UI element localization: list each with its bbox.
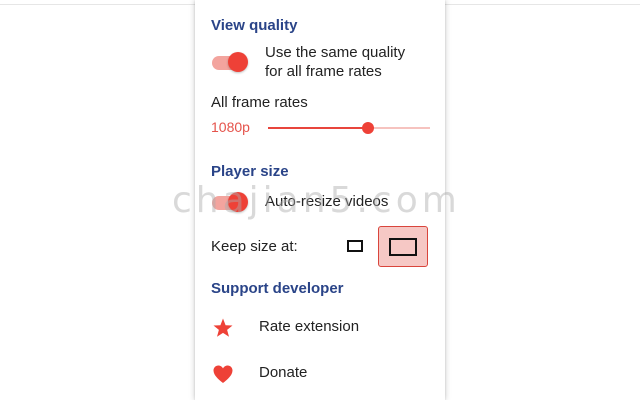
quality-value: 1080p [211,119,250,135]
heart-icon [211,362,235,386]
rate-extension-item[interactable]: Rate extension [195,313,445,343]
donate-label: Donate [259,364,308,381]
same-quality-label-line1: Use the same quality [265,44,406,61]
large-size-option-button[interactable] [378,226,428,267]
same-quality-toggle[interactable] [212,50,248,72]
support-developer-title: Support developer [211,280,344,297]
slider-fill [268,127,368,129]
auto-resize-toggle[interactable] [212,190,248,212]
large-size-icon [389,238,417,256]
star-icon [211,316,235,340]
toggle-thumb [228,192,248,212]
quality-slider[interactable] [268,121,430,135]
keep-size-label: Keep size at: [211,238,298,255]
rate-extension-label: Rate extension [259,318,360,335]
frame-rates-label: All frame rates [211,94,308,111]
slider-knob[interactable] [362,122,374,134]
player-size-title: Player size [211,163,289,180]
small-size-option-icon[interactable] [347,240,363,252]
donate-item[interactable]: Donate [195,359,445,389]
auto-resize-label: Auto-resize videos [265,193,389,210]
toggle-thumb [228,52,248,72]
settings-popup: View quality Use the same quality for al… [195,0,445,400]
view-quality-title: View quality [211,17,298,34]
same-quality-label-line2: for all frame rates [265,63,382,80]
